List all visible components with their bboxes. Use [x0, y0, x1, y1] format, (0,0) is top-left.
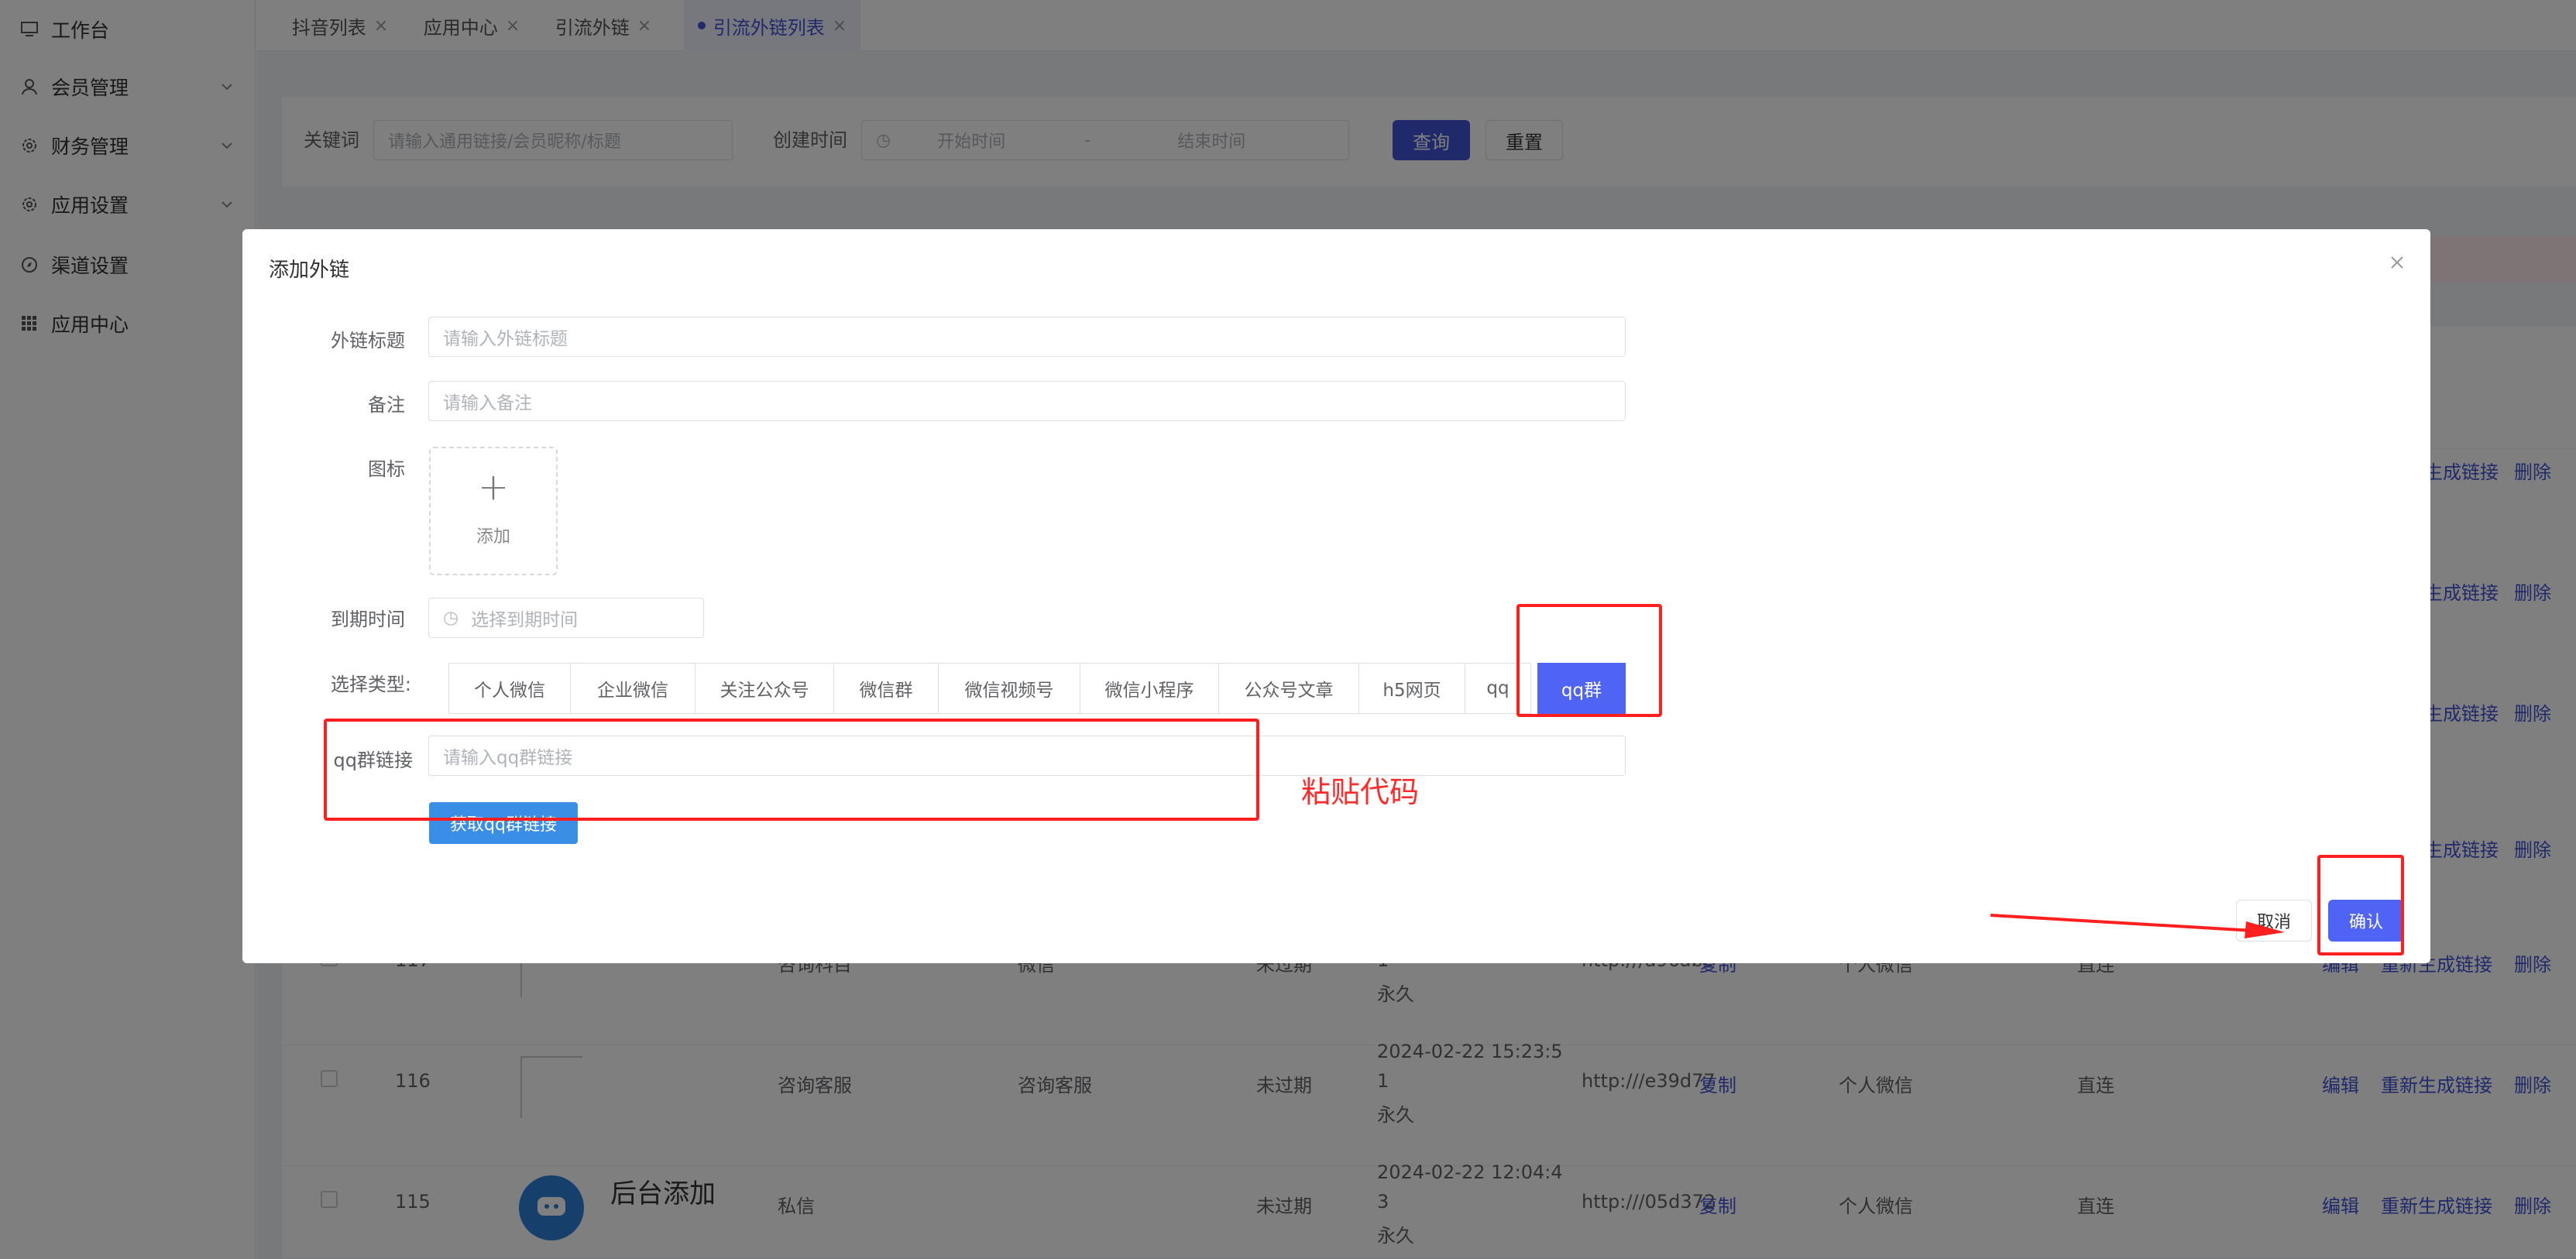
remark-field-label: 备注 — [368, 394, 405, 416]
icon-uploader[interactable]: + 添加 — [429, 447, 558, 575]
title-field-label: 外链标题 — [331, 330, 405, 352]
expire-placeholder: 选择到期时间 — [471, 610, 579, 630]
title-field[interactable]: 请输入外链标题 — [428, 317, 1626, 357]
annotation-box-qq-group — [1516, 604, 1662, 717]
add-link-dialog: 添加外链 外链标题 请输入外链标题 备注 请输入备注 图标 + 添加 到期时间 … — [242, 229, 2430, 963]
expire-field-label: 到期时间 — [331, 609, 405, 630]
dialog-title: 添加外链 — [269, 259, 350, 282]
remark-field[interactable]: 请输入备注 — [428, 381, 1626, 421]
clock-icon: ◷ — [443, 608, 459, 628]
type-option-h5[interactable]: h5网页 — [1358, 663, 1465, 714]
type-option-wecom[interactable]: 企业微信 — [570, 663, 696, 714]
type-option-article[interactable]: 公众号文章 — [1218, 663, 1359, 714]
type-option-follow-official[interactable]: 关注公众号 — [695, 663, 834, 714]
type-field-label: 选择类型: — [330, 674, 411, 695]
close-icon[interactable] — [2385, 251, 2409, 274]
icon-field-label: 图标 — [368, 458, 405, 480]
annotation-box-qq-link — [324, 719, 1259, 821]
annotation-box-confirm — [2317, 855, 2404, 955]
expire-date-picker[interactable]: ◷ 选择到期时间 — [428, 598, 704, 638]
type-option-wechat-group[interactable]: 微信群 — [833, 663, 939, 714]
type-option-mini-program[interactable]: 微信小程序 — [1080, 663, 1219, 714]
uploader-label: 添加 — [476, 527, 510, 547]
type-option-channels[interactable]: 微信视频号 — [938, 663, 1080, 714]
type-option-personal-wechat[interactable]: 个人微信 — [448, 663, 571, 714]
annotation-paste-code: 粘贴代码 — [1301, 775, 1420, 809]
annotation-arrow-icon — [1990, 914, 2285, 938]
plus-icon: + — [477, 465, 510, 509]
